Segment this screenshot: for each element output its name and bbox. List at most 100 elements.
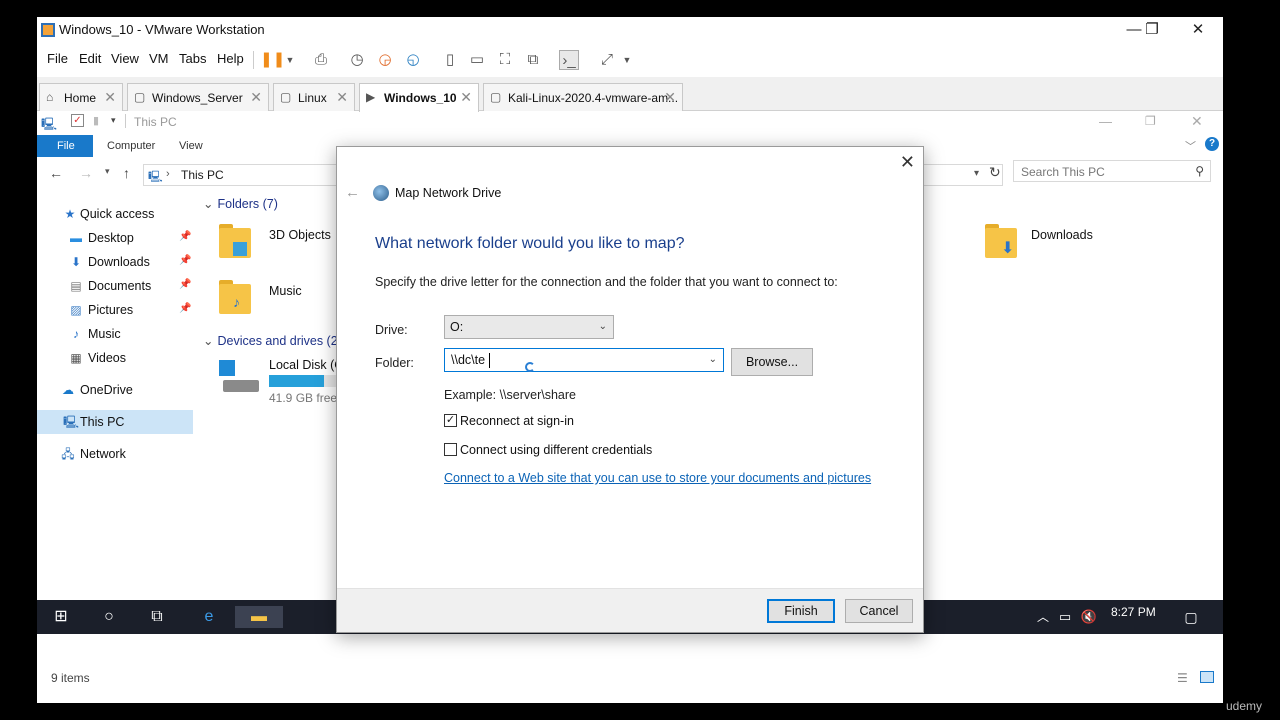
cancel-button[interactable]: Cancel [845, 599, 913, 623]
network-tray-icon[interactable]: ▭ [1053, 606, 1077, 628]
web-site-link-text[interactable]: Connect to a Web site that you can use t… [444, 471, 871, 485]
chevron-down-icon[interactable]: ▼ [617, 50, 637, 70]
file-explorer-icon[interactable]: ▬ [235, 606, 283, 628]
ribbon-tab-computer[interactable]: Computer [93, 135, 169, 157]
pause-icon[interactable]: ❚❚ [260, 50, 285, 70]
nav-this-pc[interactable]: 🖳 This PC [37, 410, 193, 434]
properties-quick-icon[interactable]: ✓ [71, 114, 84, 127]
snapshot-manager-icon[interactable]: ◵ [403, 50, 423, 70]
edge-browser-icon[interactable]: e [197, 606, 221, 628]
nav-videos[interactable]: ▦ Videos [37, 346, 193, 370]
start-windows-icon[interactable]: ⊞ [49, 606, 73, 628]
map-network-drive-dialog: ✕ ← Map Network Drive What network folde… [336, 146, 924, 633]
send-keys-icon[interactable]: ⎙ [311, 50, 331, 70]
reconnect-label[interactable]: Reconnect at sign-in [460, 414, 574, 428]
nav-pictures[interactable]: ▨ Pictures 📌 [37, 298, 193, 322]
back-arrow-icon[interactable]: ← [345, 184, 360, 201]
downloads-folder-icon[interactable]: ⬇ [985, 220, 1025, 260]
nav-onedrive[interactable]: ☁ OneDrive [37, 378, 193, 402]
refresh-icon[interactable]: ↻ [989, 164, 1001, 181]
close-tab-icon[interactable]: ✕ [336, 89, 348, 106]
help-icon[interactable]: ? [1205, 137, 1219, 151]
close-window-button[interactable]: ✕ [1175, 20, 1221, 40]
explorer-restore-button[interactable]: ❐ [1145, 114, 1156, 128]
folder-label[interactable]: Downloads [1031, 228, 1093, 242]
tab-windows-server[interactable]: ▢ Windows_Server ✕ [127, 83, 269, 111]
close-icon[interactable]: ✕ [900, 152, 915, 173]
web-site-link[interactable]: Connect to a Web site that you can use t… [444, 471, 871, 485]
close-tab-icon[interactable]: ✕ [104, 89, 116, 106]
search-box[interactable]: Search This PC ⚲ [1013, 160, 1211, 182]
close-tab-icon[interactable]: ✕ [250, 89, 262, 106]
stretch-guest-icon[interactable]: ⤢ [597, 50, 617, 70]
forward-arrow-icon[interactable]: → [79, 165, 93, 181]
menu-vm[interactable]: VM [149, 51, 169, 66]
folder-path-input[interactable]: \\dc\te ⌄ [444, 348, 724, 372]
details-view-icon[interactable]: ☰ [1177, 671, 1188, 685]
pin-icon[interactable]: 📌 [179, 303, 191, 314]
nav-network[interactable]: 🖧 Network [37, 442, 193, 466]
sidebar-toggle-icon[interactable]: ▯ [440, 50, 460, 70]
udemy-watermark: udemy [1226, 699, 1263, 713]
thumbnail-bar-icon[interactable]: ▭ [467, 50, 487, 70]
devices-group-header[interactable]: ⌄ Devices and drives (2) [203, 333, 342, 348]
large-icons-view-icon[interactable] [1200, 671, 1214, 683]
new-folder-quick-icon[interactable]: ▮ [93, 114, 99, 127]
close-tab-icon[interactable]: ✕ [664, 89, 676, 106]
restore-button[interactable]: ❐ [1129, 20, 1175, 40]
address-dropdown-icon[interactable]: ▾ [974, 168, 979, 179]
menu-help[interactable]: Help [217, 51, 244, 66]
windows-drive-icon[interactable] [217, 358, 261, 396]
snapshot-icon[interactable]: ◷ [347, 50, 367, 70]
recent-locations-icon[interactable]: ▾ [105, 166, 110, 177]
pin-icon[interactable]: 📌 [179, 231, 191, 242]
notifications-icon[interactable]: ▢ [1179, 606, 1203, 628]
drive-letter-select[interactable]: O: ⌄ [444, 315, 614, 339]
tab-windows-10[interactable]: ▶ Windows_10 ✕ [359, 83, 479, 112]
nav-documents[interactable]: ▤ Documents 📌 [37, 274, 193, 298]
fullscreen-icon[interactable]: ⛶ [495, 50, 515, 70]
folder-label[interactable]: Music [269, 284, 302, 298]
nav-desktop[interactable]: ▬ Desktop 📌 [37, 226, 193, 250]
taskbar-clock[interactable]: 8:27 PM [1111, 605, 1156, 619]
pin-icon[interactable]: 📌 [179, 279, 191, 290]
close-tab-icon[interactable]: ✕ [460, 89, 472, 106]
tab-kali-linux[interactable]: ▢ Kali-Linux-2020.4-vmware-am... ✕ [483, 83, 683, 111]
browse-button[interactable]: Browse... [731, 348, 813, 376]
explorer-minimize-button[interactable]: — [1099, 114, 1112, 129]
tab-home[interactable]: ⌂ Home ✕ [39, 83, 123, 111]
credentials-label[interactable]: Connect using different credentials [460, 443, 652, 457]
nav-downloads[interactable]: ⬇ Downloads 📌 [37, 250, 193, 274]
back-arrow-icon[interactable]: ← [49, 165, 63, 181]
chevron-down-icon[interactable]: ⌄ [709, 354, 717, 365]
3d-objects-folder-icon[interactable] [219, 220, 259, 260]
show-hidden-icons-icon[interactable]: ︿ [1031, 606, 1055, 628]
folders-group-header[interactable]: ⌄ Folders (7) [203, 196, 278, 211]
unity-icon[interactable]: ⧉ [523, 50, 543, 70]
pin-icon[interactable]: 📌 [179, 255, 191, 266]
menu-tabs[interactable]: Tabs [179, 51, 206, 66]
revert-snapshot-icon[interactable]: ◶ [375, 50, 395, 70]
nav-quick-access[interactable]: ★ Quick access [37, 202, 193, 226]
menu-view[interactable]: View [111, 51, 139, 66]
nav-music[interactable]: ♪ Music [37, 322, 193, 346]
ribbon-tab-view[interactable]: View [165, 135, 217, 157]
credentials-checkbox[interactable] [444, 443, 457, 456]
customize-toolbar-icon[interactable]: ▾ [111, 115, 116, 126]
music-folder-icon[interactable]: ♪ [219, 276, 259, 316]
reconnect-checkbox[interactable]: ✓ [444, 414, 457, 427]
task-view-icon[interactable]: ⧉ [145, 606, 169, 628]
up-arrow-icon[interactable]: ↑ [123, 165, 130, 181]
menu-file[interactable]: File [47, 51, 68, 66]
search-circle-icon[interactable]: ○ [97, 606, 121, 628]
explorer-close-button[interactable]: ✕ [1191, 113, 1203, 130]
finish-button[interactable]: Finish [767, 599, 835, 623]
console-view-icon[interactable]: ›_ [559, 50, 579, 70]
volume-muted-icon[interactable]: 🔇 [1077, 606, 1101, 628]
chevron-down-icon[interactable]: ▼ [280, 50, 300, 70]
menu-edit[interactable]: Edit [79, 51, 101, 66]
folder-label[interactable]: 3D Objects [269, 228, 331, 242]
tab-linux[interactable]: ▢ Linux ✕ [273, 83, 355, 111]
expand-ribbon-icon[interactable]: ﹀ [1185, 138, 1196, 154]
ribbon-tab-file[interactable]: File [37, 135, 93, 157]
